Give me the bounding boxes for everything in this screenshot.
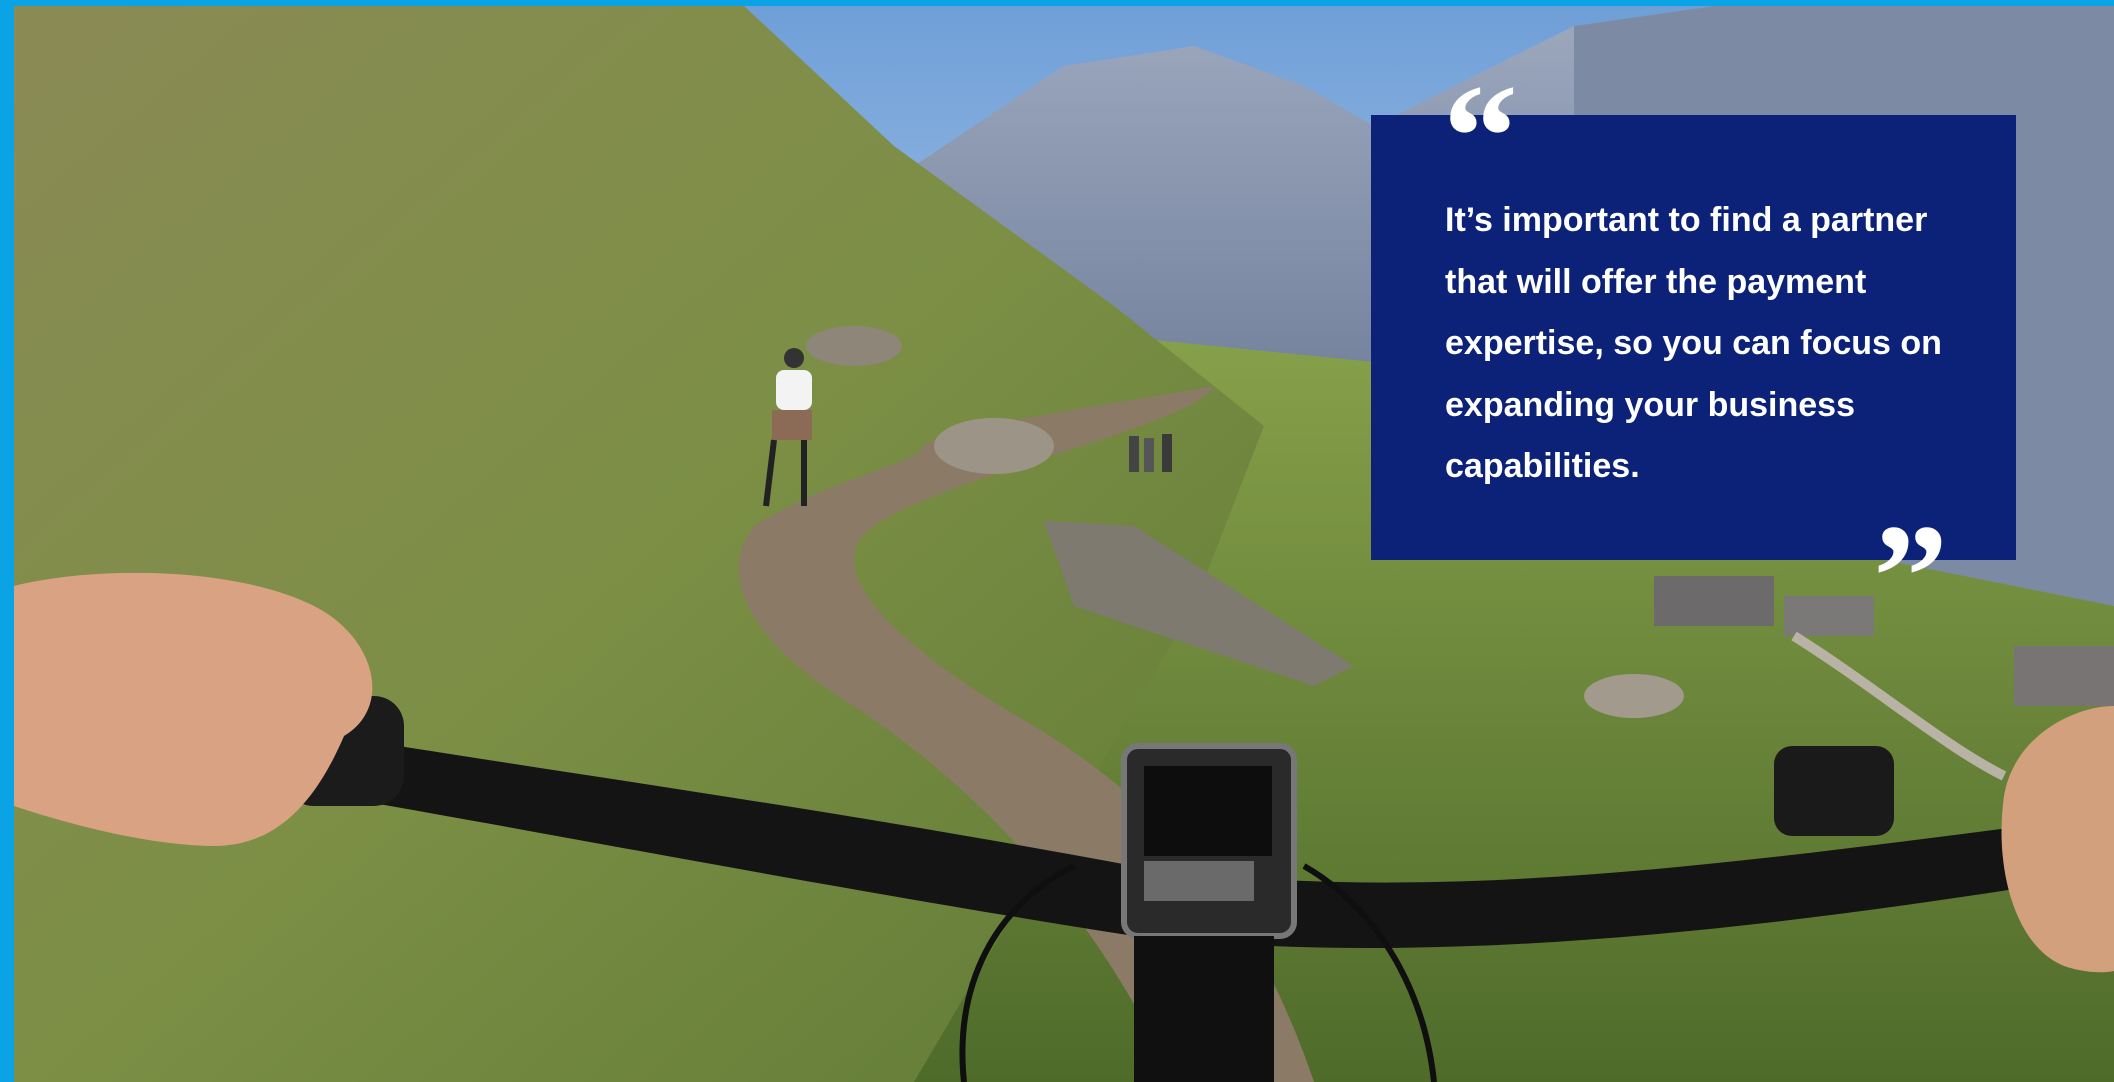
quote-text: It’s important to find a partner that wi… bbox=[1445, 201, 1942, 485]
page-frame: “ It’s important to find a partner that … bbox=[0, 0, 2114, 1082]
close-quote-mark: ” bbox=[1873, 494, 1948, 660]
